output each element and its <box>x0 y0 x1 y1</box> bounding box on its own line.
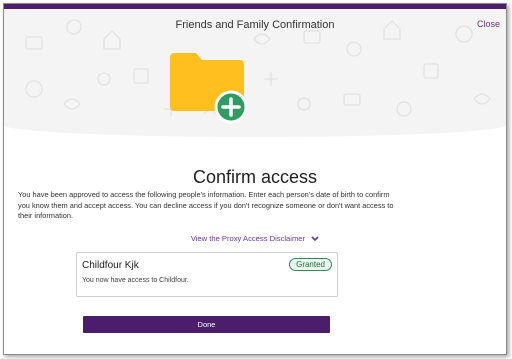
folder-add-icon <box>170 53 248 124</box>
chevron-down-icon <box>311 236 319 242</box>
disclaimer-link-label: View the Proxy Access Disclaimer <box>190 234 306 243</box>
intro-text: You have been approved to access the fol… <box>18 190 394 221</box>
page-heading: Confirm access <box>192 167 318 187</box>
done-button[interactable]: Done <box>83 316 330 333</box>
person-card: Childfour Kjk Granted You now have acces… <box>76 252 338 297</box>
dialog-title: Friends and Family Confirmation <box>175 19 335 31</box>
dialog-header: Friends and Family Confirmation Close <box>4 9 506 137</box>
proxy-disclaimer-toggle[interactable]: View the Proxy Access Disclaimer <box>4 234 506 243</box>
dialog: Friends and Family Confirmation Close Co… <box>3 3 507 355</box>
person-name: Childfour Kjk <box>82 260 139 271</box>
access-message: You now have access to Childfour. <box>82 277 189 284</box>
status-badge: Granted <box>289 258 332 271</box>
close-button[interactable]: Close <box>477 19 500 29</box>
